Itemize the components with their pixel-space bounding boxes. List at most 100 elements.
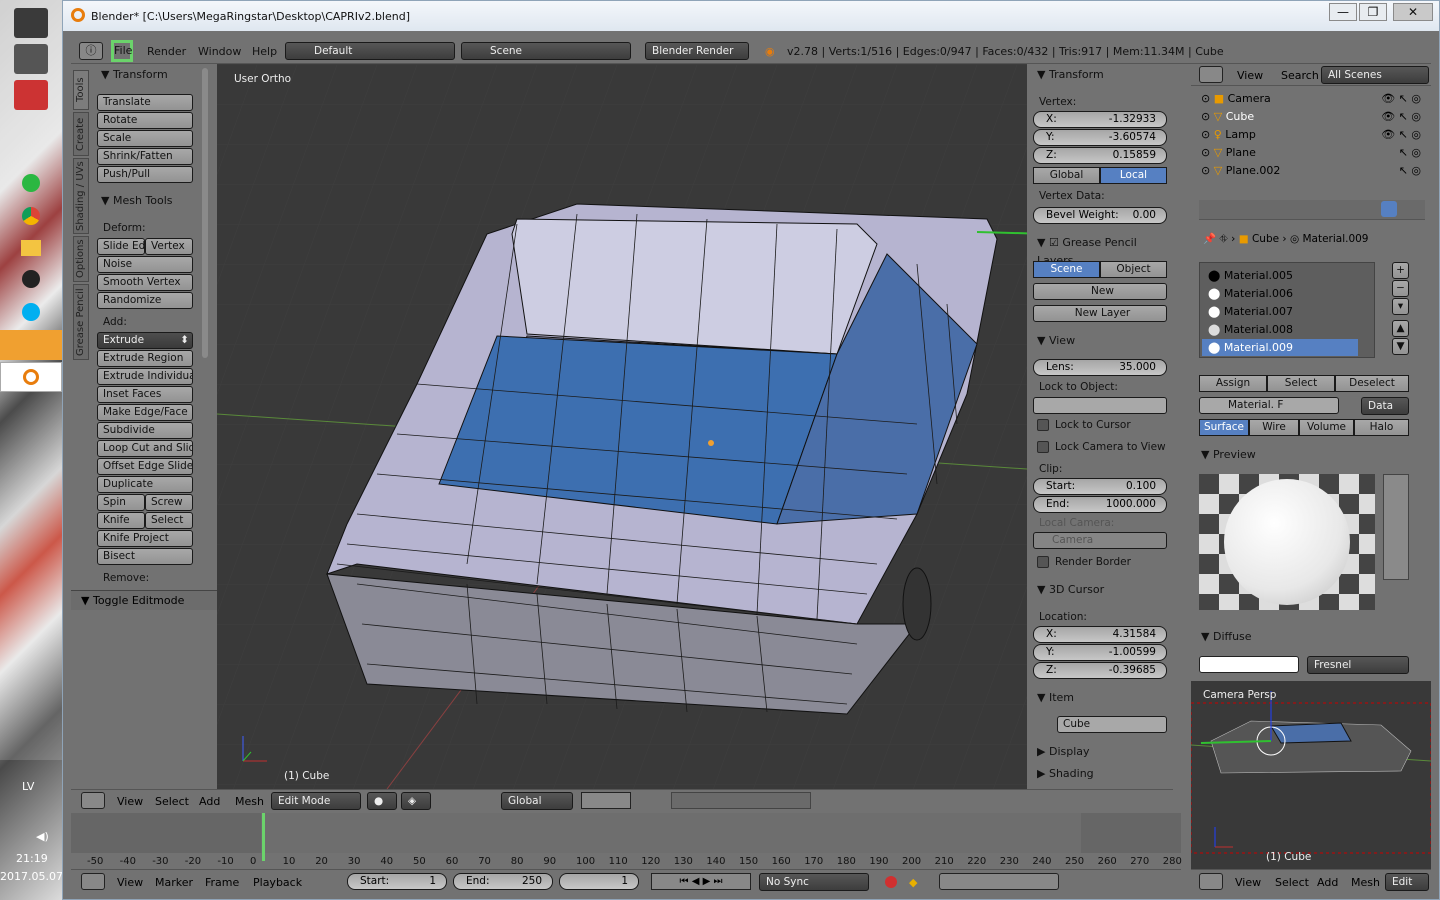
vertex-y-field[interactable]: Y: -3.60574 xyxy=(1033,129,1167,146)
deselect-button[interactable]: Deselect xyxy=(1335,375,1409,392)
timeline-frame-menu[interactable]: Frame xyxy=(205,876,239,889)
subdivide-button[interactable]: Subdivide xyxy=(97,422,193,439)
outliner-item-lamp[interactable]: ⊙ ♀ Lamp 👁 ↖ ◎ xyxy=(1201,126,1421,144)
mesh-tools-header[interactable]: ▼ Mesh Tools xyxy=(101,192,173,210)
cursor-z-field[interactable]: Z: -0.39685 xyxy=(1033,662,1167,679)
transform-panel-header[interactable]: ▼ Transform xyxy=(101,66,168,84)
end-frame-field[interactable]: End: 250 xyxy=(453,873,553,890)
outliner-editor-type-button[interactable] xyxy=(1199,66,1223,83)
spin-button[interactable]: Spin xyxy=(97,494,145,511)
knife-select-button[interactable]: Select xyxy=(145,512,193,529)
view3d-add-menu[interactable]: Add xyxy=(199,795,220,808)
outliner-item-cube[interactable]: ⊙ ▽ Cube 👁 ↖ ◎ xyxy=(1201,108,1421,126)
view3d-select-menu[interactable]: Select xyxy=(155,795,189,808)
view-panel-header[interactable]: ▼ View xyxy=(1037,332,1075,350)
scene-selector[interactable]: Scene xyxy=(461,42,631,60)
select-button[interactable]: Select xyxy=(1267,375,1335,392)
material-slot[interactable]: ⬤ Material.005 xyxy=(1202,267,1362,285)
preview-type-buttons[interactable] xyxy=(1383,474,1409,580)
toggle-editmode-panel[interactable]: ▼ Toggle Editmode xyxy=(71,590,217,610)
vertex-x-field[interactable]: X: -1.32933 xyxy=(1033,111,1167,128)
app-icon-2[interactable] xyxy=(14,44,48,74)
knife-project-button[interactable]: Knife Project xyxy=(97,530,193,547)
remove-slot-button[interactable]: − xyxy=(1392,280,1409,297)
smooth-vertex-button[interactable]: Smooth Vertex xyxy=(97,274,193,291)
camera-add-menu[interactable]: Add xyxy=(1317,876,1338,889)
preview-panel-header[interactable]: ▼ Preview xyxy=(1201,446,1256,464)
render-border-checkbox[interactable] xyxy=(1037,556,1049,568)
current-frame-marker[interactable] xyxy=(262,813,265,861)
material-datablock-field[interactable]: Material. F xyxy=(1199,397,1339,414)
translate-button[interactable]: Translate xyxy=(97,94,193,111)
slot-menu-button[interactable]: ▾ xyxy=(1392,298,1409,315)
camera-mode-select[interactable]: Edit xyxy=(1385,873,1429,891)
lens-field[interactable]: Lens: 35.000 xyxy=(1033,359,1167,376)
timeline-view-menu[interactable]: View xyxy=(117,876,143,889)
push-pull-button[interactable]: Push/Pull xyxy=(97,166,193,183)
outliner-item-camera[interactable]: ⊙ ■ Camera 👁 ↖ ◎ xyxy=(1201,90,1421,108)
tab-create[interactable]: Create xyxy=(73,112,89,156)
local-camera-field[interactable]: Camera xyxy=(1033,532,1167,549)
item-panel-header[interactable]: ▼ Item xyxy=(1037,689,1074,707)
knife-button[interactable]: Knife xyxy=(97,512,145,529)
inset-faces-button[interactable]: Inset Faces xyxy=(97,386,193,403)
link-select[interactable]: Data xyxy=(1361,397,1409,415)
tab-wire[interactable]: Wire xyxy=(1249,419,1299,436)
move-slot-down-button[interactable]: ▼ xyxy=(1392,338,1409,355)
tab-surface[interactable]: Surface xyxy=(1199,419,1249,436)
bisect-button[interactable]: Bisect xyxy=(97,548,193,565)
inkscape-icon[interactable] xyxy=(22,270,40,288)
tab-options[interactable]: Options xyxy=(73,236,89,282)
view3d-editor-type-button[interactable] xyxy=(81,792,105,809)
select-mode-buttons[interactable] xyxy=(581,792,631,809)
current-frame-field[interactable]: 1 xyxy=(559,873,639,890)
rotate-button[interactable]: Rotate xyxy=(97,112,193,129)
record-button[interactable] xyxy=(885,876,897,888)
global-toggle[interactable]: Global xyxy=(1033,167,1100,184)
tab-shading-uvs[interactable]: Shading / UVs xyxy=(73,158,89,234)
tab-halo[interactable]: Halo xyxy=(1354,419,1409,436)
cursor-x-field[interactable]: X: 4.31584 xyxy=(1033,626,1167,643)
3d-viewport[interactable]: User Ortho (1) Cube xyxy=(217,64,1027,789)
snap-buttons[interactable] xyxy=(671,792,811,809)
grease-object-toggle[interactable]: Object xyxy=(1100,261,1167,278)
duplicate-button[interactable]: Duplicate xyxy=(97,476,193,493)
make-edge-face-button[interactable]: Make Edge/Face xyxy=(97,404,193,421)
material-tab[interactable] xyxy=(1381,201,1397,217)
new-layer-button[interactable]: New Layer xyxy=(1033,305,1167,322)
lock-camera-checkbox[interactable] xyxy=(1037,441,1049,453)
tab-tools[interactable]: Tools xyxy=(73,70,89,110)
keyframe-icon[interactable]: ◆ xyxy=(909,876,917,889)
tab-grease-pencil[interactable]: Grease Pencil xyxy=(73,284,89,360)
slide-edge-button[interactable]: Slide Ed xyxy=(97,238,145,255)
pivot-select[interactable]: ◈ xyxy=(401,792,431,810)
cursor-y-field[interactable]: Y: -1.00599 xyxy=(1033,644,1167,661)
outliner-view-menu[interactable]: View xyxy=(1237,69,1263,82)
npanel-transform-header[interactable]: ▼ Transform xyxy=(1037,66,1104,84)
extrude-individual-button[interactable]: Extrude Individual xyxy=(97,368,193,385)
start-frame-field[interactable]: Start: 1 xyxy=(347,873,447,890)
diffuse-panel-header[interactable]: ▼ Diffuse xyxy=(1201,628,1252,646)
randomize-button[interactable]: Randomize xyxy=(97,292,193,309)
whatsapp-icon[interactable] xyxy=(22,174,40,192)
item-name-field[interactable]: Cube xyxy=(1057,716,1167,733)
sync-select[interactable]: No Sync xyxy=(759,873,869,891)
close-button[interactable]: ✕ xyxy=(1393,3,1433,21)
grease-scene-toggle[interactable]: Scene xyxy=(1033,261,1100,278)
display-panel-header[interactable]: ▶ Display xyxy=(1037,743,1090,761)
assign-button[interactable]: Assign xyxy=(1199,375,1267,392)
material-slot[interactable]: ⬤ Material.006 xyxy=(1202,285,1362,303)
outliner-item-plane[interactable]: ⊙ ▽ Plane ↖ ◎ xyxy=(1201,144,1421,162)
timeline-playback-menu[interactable]: Playback xyxy=(253,876,302,889)
tab-volume[interactable]: Volume xyxy=(1299,419,1354,436)
scale-button[interactable]: Scale xyxy=(97,130,193,147)
camera-select-menu[interactable]: Select xyxy=(1275,876,1309,889)
loop-cut-button[interactable]: Loop Cut and Slide xyxy=(97,440,193,457)
material-slot[interactable]: ⬤ Material.008 xyxy=(1202,321,1362,339)
render-menu[interactable]: Render xyxy=(147,45,186,58)
outliner-item-plane002[interactable]: ⊙ ▽ Plane.002 ↖ ◎ xyxy=(1201,162,1421,180)
keying-set-field[interactable] xyxy=(939,873,1059,890)
skype-icon[interactable] xyxy=(22,303,40,321)
camera-view-menu[interactable]: View xyxy=(1235,876,1261,889)
shading-select[interactable]: ● xyxy=(367,792,397,810)
